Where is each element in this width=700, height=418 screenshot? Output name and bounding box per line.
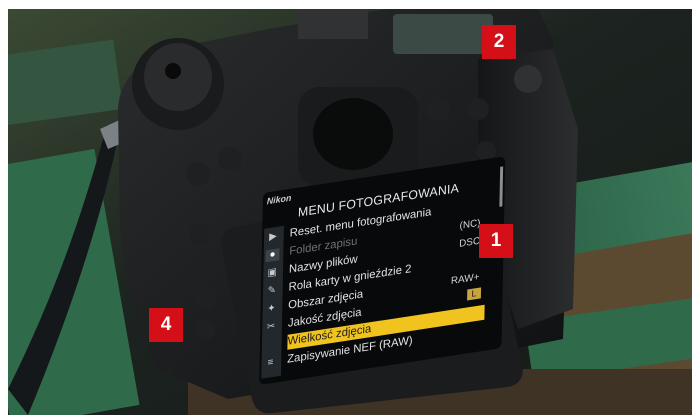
- rear-dial: [514, 65, 542, 93]
- folder-value: (NC): [459, 217, 481, 232]
- callout-number-4: 4: [149, 308, 183, 342]
- custom-settings-tab-icon[interactable]: ✎: [265, 284, 279, 298]
- camera-photo: Nikon MENU FOTOGRAFOWANIA ▶ ● ▣ ✎ ✦ ✂ ≡ …: [8, 9, 692, 415]
- delete-btn-shape: [218, 147, 242, 171]
- callout-number-1: 1: [479, 224, 513, 258]
- recent-tab-icon[interactable]: ≡: [263, 356, 277, 370]
- top-lcd: [393, 14, 493, 54]
- movie-tab-icon[interactable]: ▣: [265, 266, 279, 280]
- menu-scrollbar[interactable]: [499, 166, 504, 207]
- camera-tab-icon[interactable]: ●: [265, 248, 280, 263]
- retouch-tab-icon[interactable]: ✂: [264, 320, 278, 334]
- lcd-menu-screen: Nikon MENU FOTOGRAFOWANIA ▶ ● ▣ ✎ ✦ ✂ ≡ …: [259, 156, 506, 385]
- quality-value: RAW+: [450, 271, 480, 288]
- file-names-value: DSC: [459, 235, 481, 250]
- brand-label: Nikon: [266, 192, 292, 207]
- playback-btn-shape: [186, 162, 210, 186]
- lcd-screen-wrap: Nikon MENU FOTOGRAFOWANIA ▶ ● ▣ ✎ ✦ ✂ ≡ …: [259, 156, 506, 385]
- callout-number-2: 2: [482, 25, 516, 59]
- setup-tab-icon[interactable]: ✦: [264, 302, 278, 316]
- image-frame: Nikon MENU FOTOGRAFOWANIA ▶ ● ▣ ✎ ✦ ✂ ≡ …: [0, 0, 700, 418]
- size-badge: L: [467, 287, 482, 301]
- top-plate-buttons: [298, 9, 368, 39]
- playback-tab-icon[interactable]: ▶: [266, 230, 280, 244]
